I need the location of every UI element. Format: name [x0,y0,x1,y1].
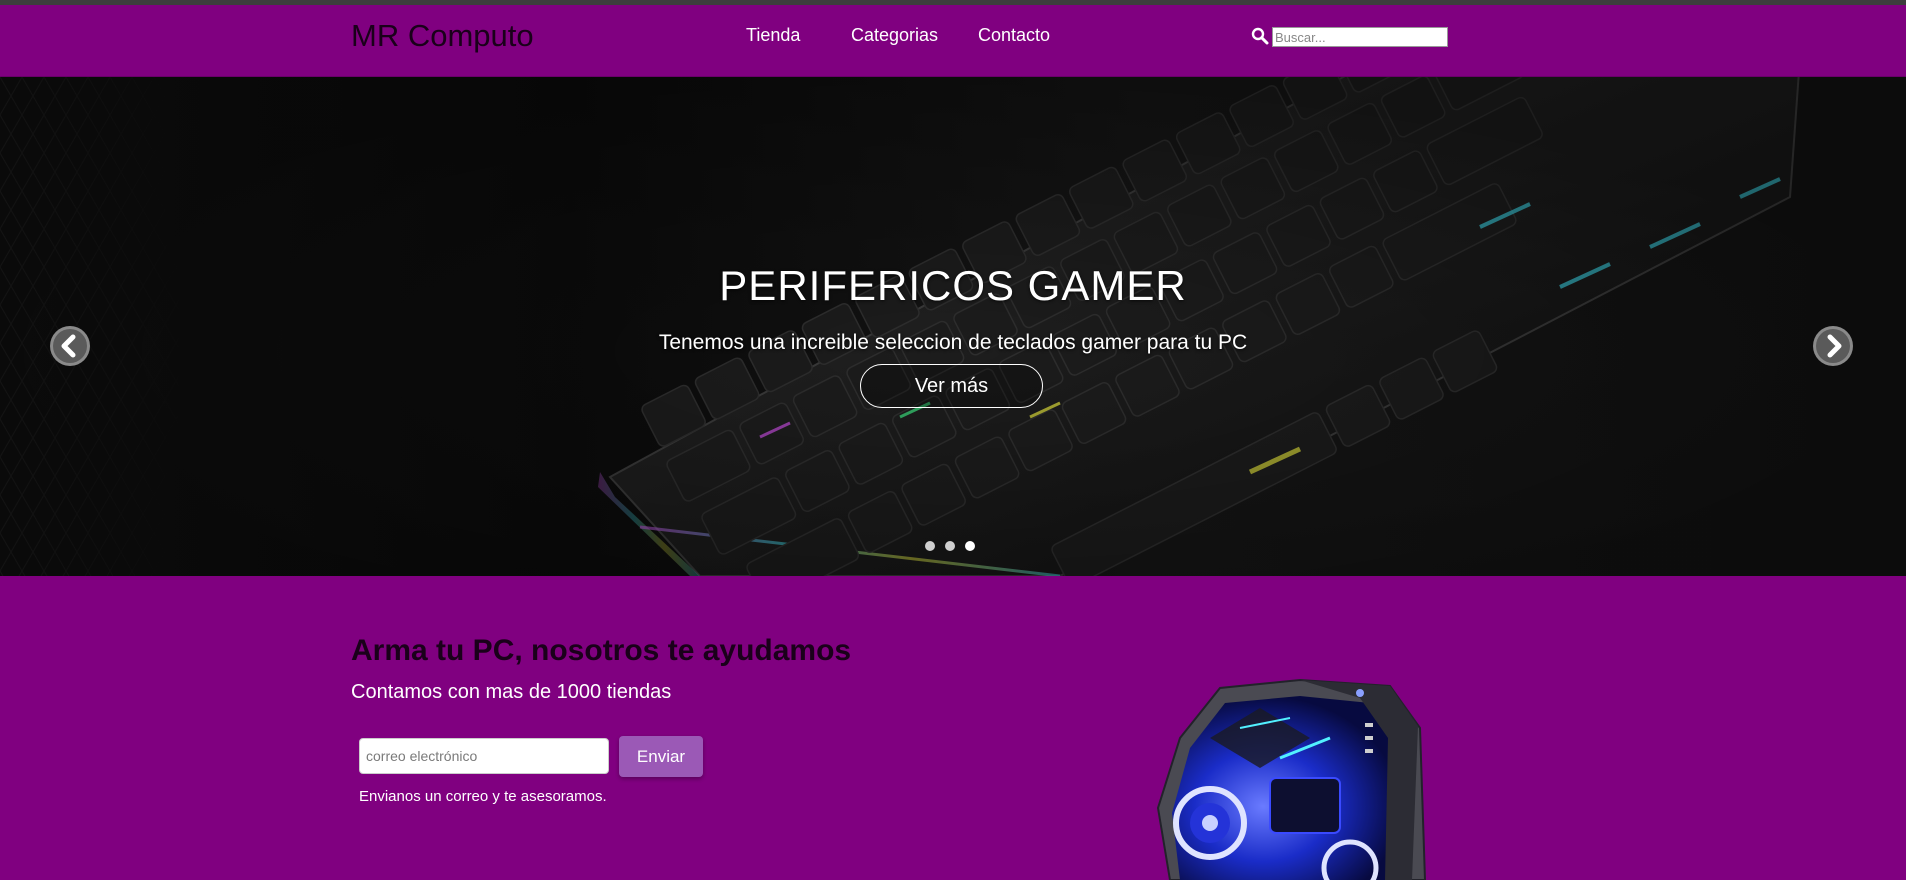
navbar: MR Computo Tienda Categorias Contacto [0,5,1906,77]
nav-link-categorias[interactable]: Categorias [851,25,938,46]
newsletter-section: Arma tu PC, nosotros te ayudamos Contamo… [0,576,1906,880]
brand-logo[interactable]: MR Computo [351,18,534,54]
gaming-pc-image [1156,678,1427,880]
nav-link-contacto[interactable]: Contacto [978,25,1050,46]
carousel-subtitle: Tenemos una increible seleccion de tecla… [658,331,1248,354]
chevron-right-icon [1816,329,1850,363]
ver-mas-button[interactable]: Ver más [860,364,1043,408]
email-field[interactable] [359,738,609,774]
carousel-next-button[interactable] [1813,326,1853,366]
help-text: Envianos un correo y te asesoramos. [359,788,607,805]
carousel-dot-active[interactable] [965,541,975,551]
chevron-left-icon [53,329,87,363]
carousel-dot[interactable] [945,541,955,551]
promo-title: Arma tu PC, nosotros te ayudamos [351,634,852,667]
nav-link-tienda[interactable]: Tienda [746,25,800,46]
search-icon[interactable] [1251,27,1269,45]
carousel-title: PERIFERICOS GAMER [719,262,1187,309]
carousel-dot[interactable] [925,541,935,551]
carousel-prev-button[interactable] [50,326,90,366]
hero-carousel: PERIFERICOS GAMER Tenemos una increible … [0,77,1906,576]
search-input[interactable] [1272,27,1448,47]
send-button[interactable]: Enviar [619,736,703,777]
promo-subtitle: Contamos con mas de 1000 tiendas [351,681,672,703]
hero-overlay [0,77,1906,576]
